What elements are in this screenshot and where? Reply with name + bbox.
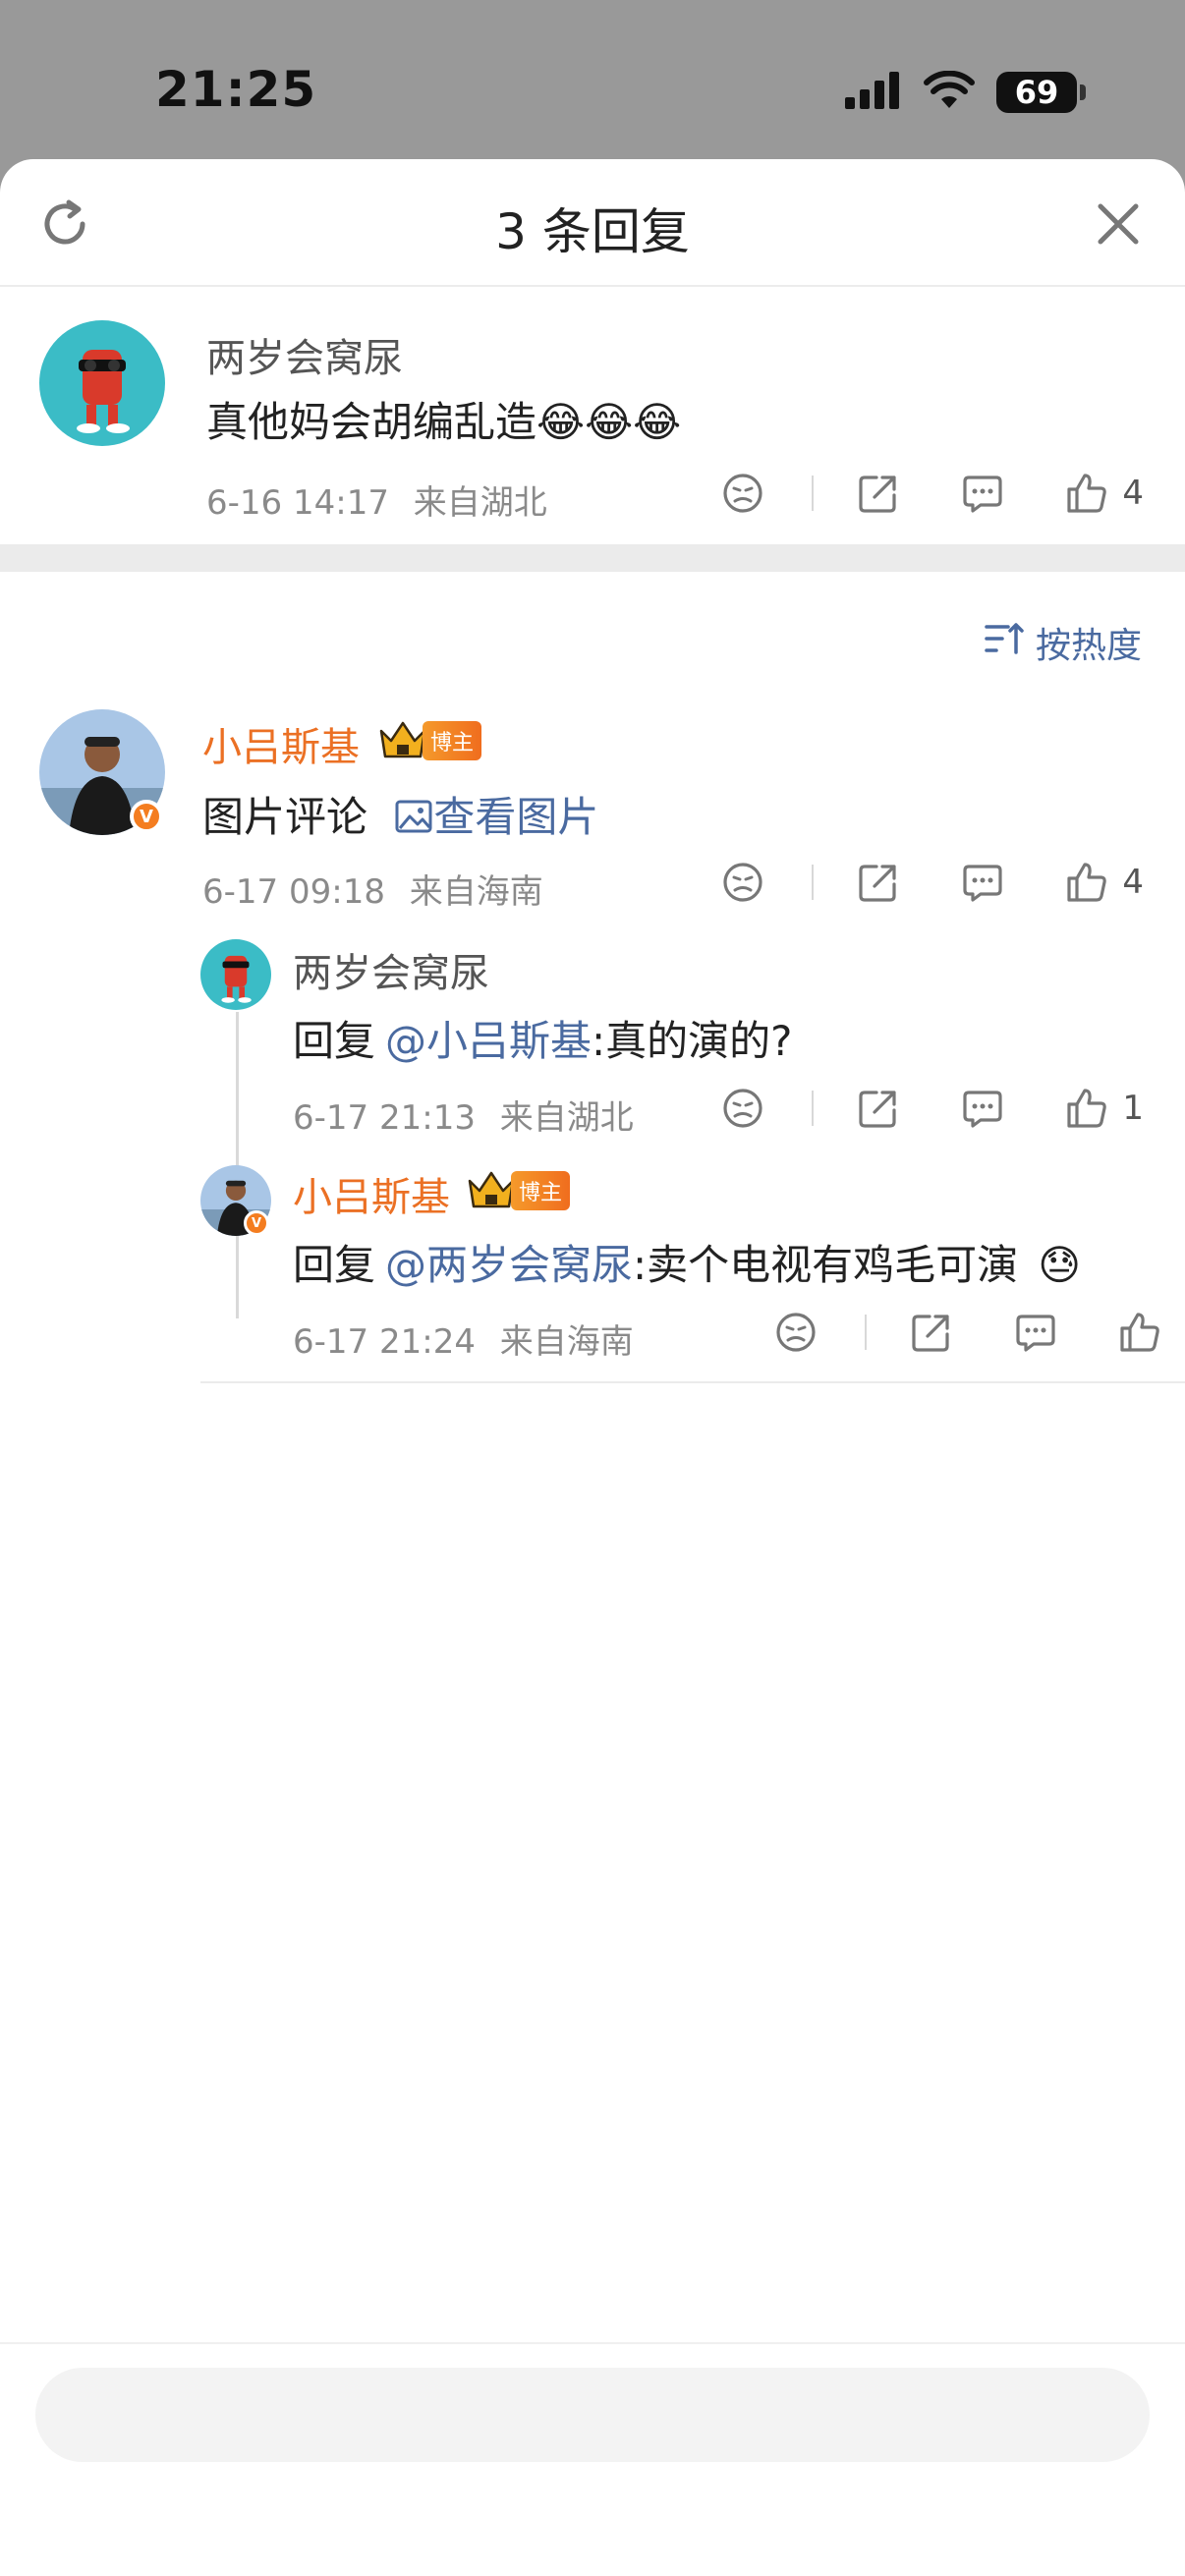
dislike-icon[interactable] [721,472,764,515]
like-icon [1065,472,1108,515]
comment-actions: 4 [721,861,1144,904]
reply-body: :真的演的? [592,1017,793,1065]
thread-divider [200,1381,1185,1383]
crown-icon [466,1167,517,1214]
verified-badge: V [244,1210,269,1236]
like-button[interactable]: 4 [1065,472,1144,515]
image-icon [394,796,433,844]
sort-toggle[interactable]: 按热度 [985,617,1142,668]
verified-badge: V [130,800,163,833]
action-divider [865,1315,867,1350]
share-icon[interactable] [857,861,900,904]
close-icon[interactable] [1093,198,1144,250]
author-name[interactable]: 两岁会窝尿 [206,326,403,383]
reply-time: 6-17 21:13 [293,1098,476,1138]
reply-actions [774,1311,1161,1354]
status-bar: 21:25 69 [0,0,1185,157]
root-actions: 4 [721,472,1144,515]
reply-prefix: 回复 [293,1241,376,1289]
reply-input[interactable] [35,2368,1150,2462]
like-button[interactable]: 1 [1065,1087,1144,1130]
author-name[interactable]: 小吕斯基 [202,715,360,772]
reply-text: 回复 @小吕斯基:真的演的? [293,1008,792,1068]
emoji-laugh: 😂😂😂 [536,398,682,446]
action-divider [812,476,815,511]
dislike-icon[interactable] [774,1311,818,1354]
signal-icon [845,72,902,113]
input-separator [0,2342,1185,2344]
comment-icon[interactable] [961,1087,1004,1130]
sort-icon [985,621,1024,665]
reply-time: 6-17 21:24 [293,1322,476,1362]
comment-icon[interactable] [1014,1311,1057,1354]
replies-sheet: 3 条回复 两岁会窝尿 真他妈会胡编乱造😂😂😂 6-16 14:17 来自湖北 [0,159,1185,2576]
emoji-sweat: 😓 [1038,1241,1081,1289]
blogger-badge: 博主 [377,717,482,764]
status-icons: 69 [845,70,1086,114]
crown-icon [377,717,428,764]
like-icon [1118,1311,1161,1354]
author-name[interactable]: 两岁会窝尿 [293,941,489,998]
like-count: 1 [1122,1089,1144,1128]
avatar[interactable] [200,939,271,1010]
reply-prefix: 回复 [293,1017,376,1065]
like-button[interactable] [1118,1311,1161,1354]
share-icon[interactable] [857,472,900,515]
sheet-title: 3 条回复 [495,203,690,260]
view-image-label: 查看图片 [433,793,599,841]
author-name[interactable]: 小吕斯基 [293,1165,450,1222]
blogger-badge: 博主 [466,1167,571,1214]
comment-location: 来自海南 [409,872,543,912]
comment-time: 6-16 14:17 [206,483,389,523]
view-image-link[interactable]: 查看图片 [394,793,598,841]
comment-time: 6-17 09:18 [202,872,385,912]
comment-location: 来自湖北 [413,483,547,523]
like-icon [1065,1087,1108,1130]
mention-link[interactable]: @小吕斯基 [385,1017,592,1065]
like-count: 4 [1122,474,1144,513]
action-divider [812,1091,815,1126]
comment-text: 真他妈会胡编乱造😂😂😂 [206,389,681,449]
share-icon[interactable] [857,1087,900,1130]
section-divider [0,544,1185,572]
reply-meta: 6-17 21:13 来自湖北 [293,1091,634,1139]
reply-body: :卖个电视有鸡毛可演 [633,1241,1019,1289]
battery-icon: 69 [996,72,1086,113]
status-time: 21:25 [155,61,317,118]
reply-location: 来自海南 [499,1322,634,1362]
reply-text: 回复 @两岁会窝尿:卖个电视有鸡毛可演 😓 [293,1232,1081,1292]
sheet-header: 3 条回复 [0,159,1185,287]
dislike-icon[interactable] [721,861,764,904]
comment-body: 图片评论 [202,793,368,841]
action-divider [812,865,815,900]
comment-meta: 6-17 09:18 来自海南 [202,865,543,913]
comment-meta: 6-16 14:17 来自湖北 [206,476,547,524]
reply-location: 来自湖北 [499,1098,634,1138]
like-icon [1065,861,1108,904]
reply-meta: 6-17 21:24 来自海南 [293,1315,634,1363]
mention-link[interactable]: @两岁会窝尿 [385,1241,633,1289]
wifi-icon [924,70,975,114]
comment-body: 真他妈会胡编乱造 [206,398,537,446]
reply-actions: 1 [721,1087,1144,1130]
dislike-icon[interactable] [721,1087,764,1130]
comment-text: 图片评论 查看图片 [202,784,598,844]
badge-label: 博主 [511,1171,571,1210]
badge-label: 博主 [423,721,482,760]
like-button[interactable]: 4 [1065,861,1144,904]
share-icon[interactable] [910,1311,953,1354]
avatar[interactable] [39,320,165,446]
like-count: 4 [1122,863,1144,902]
comment-icon[interactable] [961,861,1004,904]
comment-icon[interactable] [961,472,1004,515]
sort-label: 按热度 [1035,626,1142,666]
